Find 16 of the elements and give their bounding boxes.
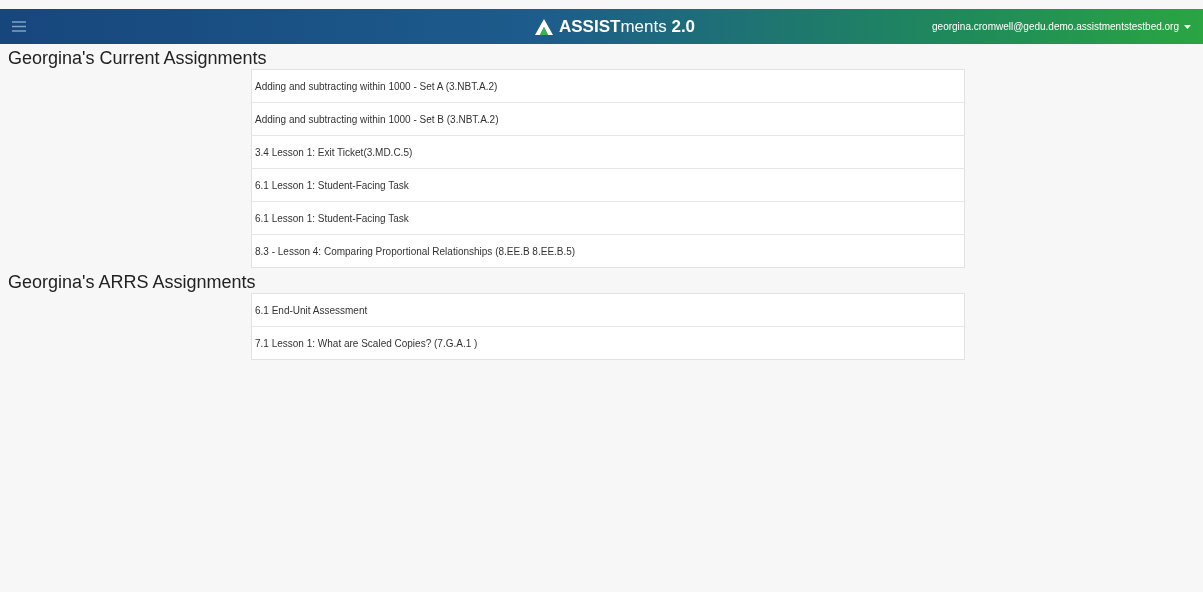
user-menu[interactable]: georgina.cromwell@gedu.demo.assistmentstestbed.org [932,21,1191,32]
app-logo: ASSISTments 2.0 [559,16,696,37]
caret-icon [1184,24,1191,29]
assignment-item[interactable]: Adding and subtracting within 1000 - Set A (3.NBT.A.2) [252,70,964,102]
assignment-item[interactable]: 8.3 - Lesson 4: Comparing Proportional Relationships (8.EE.B 8.EE.B.5) [252,234,964,267]
assignment-item[interactable]: 7.1 Lesson 1: What are Scaled Copies? (7.G.A.1 ) [252,326,964,359]
menu-icon [12,21,26,32]
menu-button[interactable] [12,21,26,32]
logo-icon [535,18,553,35]
assignment-item[interactable]: 6.1 Lesson 1: Student-Facing Task [252,168,964,201]
section-title: Georgina's ARRS Assignments [7,271,257,293]
assignment-item[interactable]: Adding and subtracting within 1000 - Set B (3.NBT.A.2) [252,102,964,135]
section-title: Georgina's Current Assignments [7,47,268,69]
assignment-item[interactable]: 6.1 Lesson 1: Student-Facing Task [252,201,964,234]
assignment-item[interactable]: 6.1 End-Unit Assessment [252,294,964,326]
assignment-item[interactable]: 3.4 Lesson 1: Exit Ticket(3.MD.C.5) [252,135,964,168]
